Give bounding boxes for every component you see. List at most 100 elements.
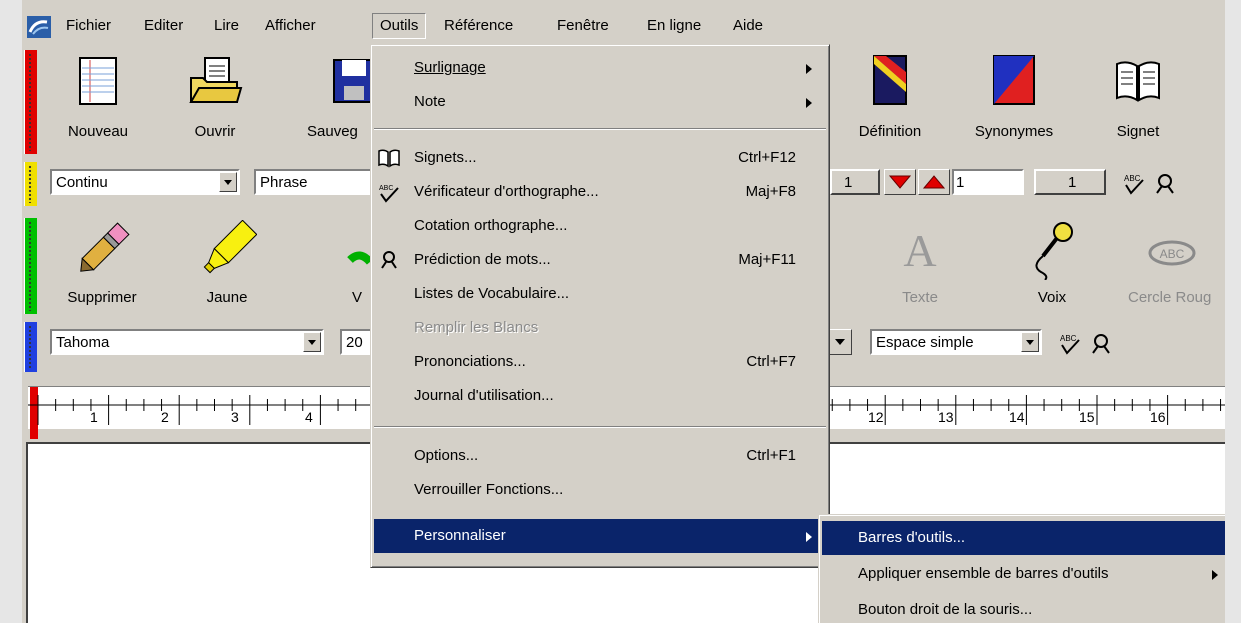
menu-editer[interactable]: Editer	[137, 14, 190, 38]
page-number-value: 1	[956, 174, 965, 191]
application-window: Fichier Editer Lire Afficher Outils Réfé…	[22, 8, 1225, 623]
menu-lire[interactable]: Lire	[207, 14, 246, 38]
menu-item-note[interactable]: Note	[374, 85, 826, 119]
signet-button[interactable]: Signet	[1102, 48, 1174, 152]
appliquer-label: Appliquer ensemble de barres d'outils	[858, 565, 1109, 582]
menu-item-personnaliser[interactable]: Personnaliser	[374, 519, 826, 553]
submenu-arrow-icon	[1212, 570, 1218, 580]
menu-item-bouton-droit[interactable]: Bouton droit de la souris...	[822, 593, 1225, 623]
menu-item-cotation[interactable]: Cotation orthographe...	[374, 209, 826, 243]
toolbar-grip-green[interactable]	[24, 218, 37, 314]
reading-mode-select[interactable]: Continu	[50, 169, 240, 195]
menu-item-verrouiller[interactable]: Verrouiller Fonctions...	[374, 473, 826, 507]
prononciations-shortcut: Ctrl+F7	[746, 353, 796, 370]
book-icon	[378, 149, 400, 168]
menu-item-surlignage[interactable]: Surlignage	[374, 51, 826, 85]
font-select[interactable]: Tahoma	[50, 329, 324, 355]
menu-item-barres-outils[interactable]: Barres d'outils...	[822, 521, 1225, 555]
personnaliser-label: Personnaliser	[414, 527, 506, 544]
prononciations-label: Prononciations...	[414, 353, 526, 370]
toolbar-grip-blue[interactable]	[24, 322, 37, 372]
menu-afficher[interactable]: Afficher	[258, 14, 323, 38]
chevron-down-icon	[835, 339, 845, 350]
menu-reference[interactable]: Référence	[437, 14, 520, 38]
menu-outils[interactable]: Outils	[372, 13, 427, 39]
word-prediction-icon[interactable]	[1154, 173, 1176, 195]
chevron-down-icon[interactable]	[219, 172, 237, 192]
color-dropdown-arrow[interactable]	[828, 329, 852, 355]
font-size-value: 20	[346, 334, 363, 351]
jaune-button[interactable]: Jaune	[182, 216, 272, 314]
ruler-label-12: 12	[868, 409, 884, 425]
menu-fenetre[interactable]: Fenêtre	[550, 14, 616, 38]
ruler-label-2: 2	[161, 409, 169, 425]
prediction-label: Prédiction de mots...	[414, 251, 551, 268]
verificateur-shortcut: Maj+F8	[745, 183, 796, 200]
thesaurus-book-icon	[993, 55, 1035, 105]
spell-check-icon[interactable]: ABC	[1058, 332, 1082, 356]
page-down-button[interactable]	[884, 169, 916, 195]
ruler-label-15: 15	[1079, 409, 1095, 425]
line-spacing-select[interactable]: Espace simple	[870, 329, 1042, 355]
note-label: Note	[414, 93, 446, 110]
menu-item-signets[interactable]: Signets... Ctrl+F12	[374, 141, 826, 175]
options-shortcut: Ctrl+F1	[746, 447, 796, 464]
menu-item-prononciations[interactable]: Prononciations... Ctrl+F7	[374, 345, 826, 379]
chevron-down-icon[interactable]	[1021, 332, 1039, 352]
jaune-label: Jaune	[206, 289, 248, 306]
vert-button[interactable]: V	[312, 216, 374, 314]
screen: Fichier Editer Lire Afficher Outils Réfé…	[0, 0, 1241, 623]
page-up-button[interactable]	[918, 169, 950, 195]
menu-item-appliquer-barres[interactable]: Appliquer ensemble de barres d'outils	[822, 557, 1225, 591]
page-number-input[interactable]: 1	[952, 169, 1024, 195]
menu-aide[interactable]: Aide	[726, 14, 770, 38]
cercle-rouge-button[interactable]: ABC Cercle Roug	[1118, 216, 1225, 314]
arrow-up-red-icon	[923, 175, 945, 189]
app-logo-icon[interactable]	[27, 16, 51, 38]
spell-check-icon[interactable]: ABC	[1122, 172, 1146, 196]
ouvrir-button[interactable]: Ouvrir	[170, 48, 260, 152]
line-spacing-value: Espace simple	[876, 334, 974, 351]
chevron-down-icon[interactable]	[303, 332, 321, 352]
vert-label: V	[352, 289, 363, 306]
texte-button[interactable]: A Texte	[870, 216, 970, 314]
word-prediction-icon	[381, 251, 397, 269]
synonymes-button[interactable]: Synonymes	[958, 48, 1070, 152]
synonymes-label: Synonymes	[974, 123, 1054, 140]
reading-unit-select[interactable]: Phrase	[254, 169, 384, 195]
submenu-arrow-icon	[806, 532, 812, 542]
voix-button[interactable]: Voix	[1012, 216, 1092, 314]
texte-label: Texte	[902, 289, 938, 306]
red-circle-icon: ABC	[1148, 240, 1195, 266]
ruler-label-3: 3	[231, 409, 239, 425]
outils-menu: Surlignage Note Signets... Ctrl+F12 ABC V…	[370, 44, 830, 568]
svg-text:ABC: ABC	[1060, 334, 1077, 343]
ruler-label-14: 14	[1009, 409, 1025, 425]
svg-text:A: A	[903, 225, 936, 274]
left-margin	[0, 0, 22, 623]
ruler-label-16: 16	[1150, 409, 1166, 425]
toolbar-grip-red[interactable]	[24, 50, 37, 154]
word-prediction-icon[interactable]	[1090, 333, 1112, 355]
menu-item-options[interactable]: Options... Ctrl+F1	[374, 439, 826, 473]
toolbar-grip-yellow[interactable]	[24, 162, 37, 206]
font-value: Tahoma	[56, 334, 110, 351]
definition-button[interactable]: Définition	[840, 48, 940, 152]
menu-item-prediction[interactable]: Prédiction de mots... Maj+F11	[374, 243, 826, 277]
verrouiller-label: Verrouiller Fonctions...	[414, 481, 564, 498]
menu-item-verificateur[interactable]: ABC Vérificateur d'orthographe... Maj+F8	[374, 175, 826, 209]
supprimer-label: Supprimer	[67, 289, 137, 306]
menu-en-ligne[interactable]: En ligne	[640, 14, 708, 38]
menu-item-listes-vocabulaire[interactable]: Listes de Vocabulaire...	[374, 277, 826, 311]
supprimer-button[interactable]: Supprimer	[52, 216, 152, 314]
sauvegarder-button[interactable]: Sauveg	[287, 48, 376, 152]
svg-text:ABC: ABC	[379, 185, 393, 192]
menu-fichier[interactable]: Fichier	[59, 14, 118, 38]
submenu-arrow-icon	[806, 64, 812, 74]
prev-page-value: 1	[844, 174, 853, 191]
menu-item-journal[interactable]: Journal d'utilisation...	[374, 379, 826, 413]
prev-page-field[interactable]: 1	[830, 169, 880, 195]
reading-unit-value: Phrase	[260, 174, 308, 191]
nouveau-button[interactable]: Nouveau	[56, 48, 140, 152]
microphone-icon	[1035, 222, 1073, 280]
